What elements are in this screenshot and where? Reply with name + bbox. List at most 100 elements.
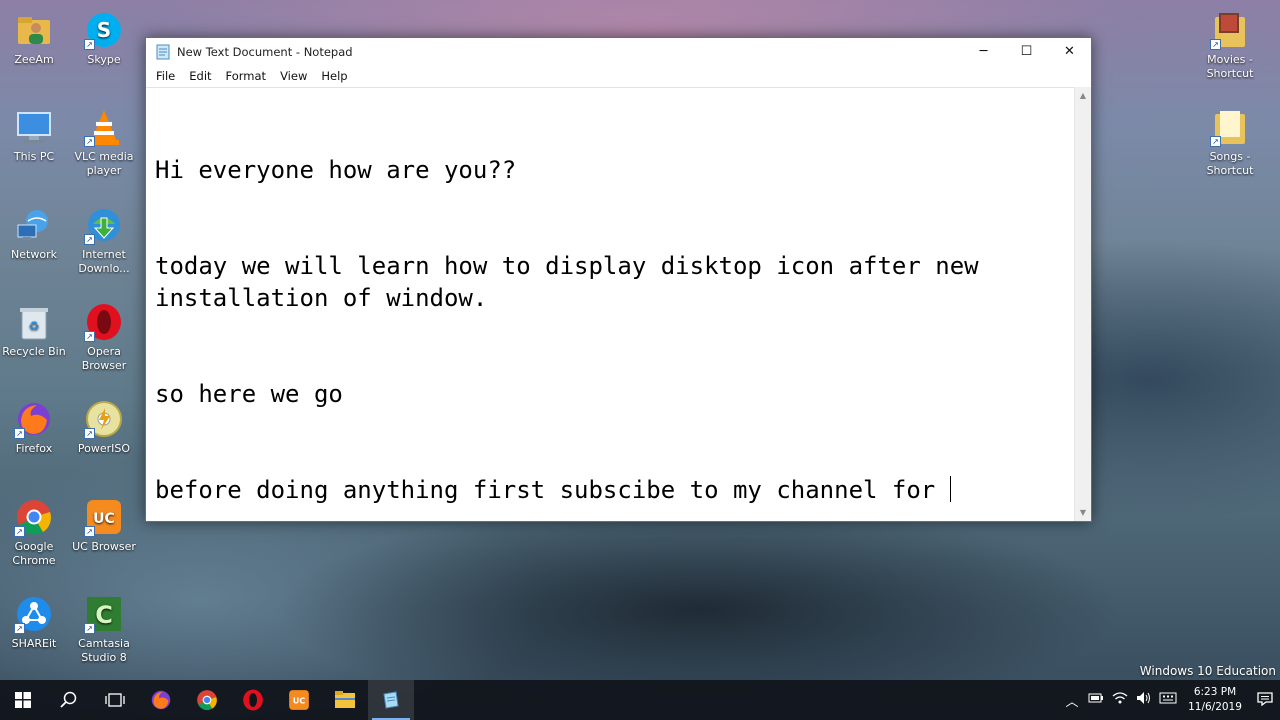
notepad-window[interactable]: New Text Document - Notepad ─ ☐ ✕ File E… xyxy=(145,37,1092,522)
volume-icon[interactable] xyxy=(1132,691,1156,709)
file-explorer-icon xyxy=(335,691,355,708)
desktop-icon-label: Skype xyxy=(87,53,121,66)
taskbar-firefox[interactable] xyxy=(138,680,184,720)
menu-file[interactable]: File xyxy=(149,69,182,83)
notepad-icon xyxy=(383,691,399,709)
folder-icon: ↗ xyxy=(1210,107,1250,147)
text-editor[interactable]: Hi everyone how are you?? today we will … xyxy=(146,87,1074,521)
text-line: so here we go xyxy=(155,380,343,408)
action-center-button[interactable] xyxy=(1250,691,1280,710)
svg-text:C: C xyxy=(95,601,113,629)
minimize-button[interactable]: ─ xyxy=(962,38,1005,65)
vertical-scrollbar[interactable]: ▲ ▼ xyxy=(1074,87,1091,521)
taskbar-chrome[interactable] xyxy=(184,680,230,720)
desktop-icon-label: Camtasia Studio 8 xyxy=(78,637,130,664)
scroll-up-arrow-icon[interactable]: ▲ xyxy=(1075,87,1091,104)
clock-time: 6:23 PM xyxy=(1193,686,1237,698)
computer-icon xyxy=(14,107,54,147)
desktop-icon-this-pc[interactable]: This PC xyxy=(0,107,71,164)
shareit-icon: ↗ xyxy=(14,594,54,634)
battery-icon[interactable] xyxy=(1084,692,1108,708)
scroll-down-arrow-icon[interactable]: ▼ xyxy=(1075,504,1091,521)
wifi-icon[interactable] xyxy=(1108,691,1132,709)
desktop-icon-poweriso[interactable]: ↗ PowerISO xyxy=(67,399,141,456)
desktop-icon-shareit[interactable]: ↗ SHAREit xyxy=(0,594,71,651)
task-view-button[interactable] xyxy=(92,680,138,720)
network-icon xyxy=(14,205,54,245)
skype-icon: S ↗ xyxy=(84,10,124,50)
taskbar: UC ︿ 6:23 PM 11/6/2019 xyxy=(0,680,1280,720)
opera-icon: ↗ xyxy=(84,302,124,342)
desktop-icon-opera[interactable]: ↗ Opera Browser xyxy=(67,302,141,373)
system-tray: ︿ 6:23 PM 11/6/2019 xyxy=(1060,680,1280,720)
clock[interactable]: 6:23 PM 11/6/2019 xyxy=(1184,685,1246,715)
vlc-icon: ↗ xyxy=(84,107,124,147)
taskbar-notepad[interactable] xyxy=(368,680,414,720)
desktop-icon-label: Internet Downlo... xyxy=(78,248,130,275)
title-bar[interactable]: New Text Document - Notepad ─ ☐ ✕ xyxy=(146,38,1091,65)
desktop-icon-label: Recycle Bin xyxy=(2,345,66,358)
svg-text:S: S xyxy=(97,18,111,42)
desktop-icon-label: Movies - Shortcut xyxy=(1206,53,1254,80)
chrome-icon xyxy=(197,690,217,711)
notepad-icon xyxy=(155,44,171,60)
notification-icon xyxy=(1257,691,1273,706)
windows-edition-watermark: Windows 10 Education xyxy=(1139,664,1276,678)
desktop-icon-label: Google Chrome xyxy=(12,540,56,567)
uc-browser-icon: UC xyxy=(289,690,309,710)
show-hidden-icons-chevron-up-icon[interactable]: ︿ xyxy=(1060,691,1084,710)
clock-date: 11/6/2019 xyxy=(1188,701,1242,713)
desktop-icon-label: Songs - Shortcut xyxy=(1206,150,1254,177)
desktop-icon-label: VLC media player xyxy=(74,150,134,177)
svg-text:UC: UC xyxy=(293,695,306,705)
menu-edit[interactable]: Edit xyxy=(182,69,218,83)
desktop-icon-label: This PC xyxy=(13,150,55,163)
desktop-icon-firefox[interactable]: ↗ Firefox xyxy=(0,399,71,456)
desktop-icon-uc-browser[interactable]: UC ↗ UC Browser xyxy=(67,497,141,554)
desktop-icon-label: Opera Browser xyxy=(81,345,127,372)
svg-text:UC: UC xyxy=(93,511,115,527)
menu-format[interactable]: Format xyxy=(219,69,274,83)
taskbar-file-explorer[interactable] xyxy=(322,680,368,720)
close-button[interactable]: ✕ xyxy=(1048,38,1091,65)
start-icon xyxy=(15,692,31,708)
firefox-icon: ↗ xyxy=(14,399,54,439)
text-line-content: before doing anything first subscibe to … xyxy=(155,476,950,504)
task-view-icon xyxy=(105,693,125,707)
recycle-bin-icon: ♻ xyxy=(14,302,54,342)
folder-icon: ↗ xyxy=(1210,10,1250,50)
maximize-button[interactable]: ☐ xyxy=(1005,38,1048,65)
camtasia-icon: C ↗ xyxy=(84,594,124,634)
desktop-icon-skype[interactable]: S ↗ Skype xyxy=(67,10,141,67)
desktop-icon-zeeam[interactable]: ZeeAm xyxy=(0,10,71,67)
desktop-icon-network[interactable]: Network xyxy=(0,205,71,262)
svg-text:♻: ♻ xyxy=(29,319,40,333)
window-title: New Text Document - Notepad xyxy=(177,44,353,59)
taskbar-uc-browser[interactable]: UC xyxy=(276,680,322,720)
menu-view[interactable]: View xyxy=(273,69,314,83)
desktop-icon-label: PowerISO xyxy=(77,442,131,455)
text-line-current: before doing anything first subscibe to … xyxy=(155,474,1065,506)
desktop-icon-google-chrome[interactable]: ↗ Google Chrome xyxy=(0,497,71,568)
desktop-icon-vlc[interactable]: ↗ VLC media player xyxy=(67,107,141,178)
keyboard-icon[interactable] xyxy=(1156,692,1180,708)
menu-bar: File Edit Format View Help xyxy=(146,65,1091,87)
desktop-icon-label: Firefox xyxy=(15,442,53,455)
desktop-icon-movies-shortcut[interactable]: ↗ Movies - Shortcut xyxy=(1193,10,1267,81)
desktop-icon-label: UC Browser xyxy=(72,540,136,553)
firefox-icon xyxy=(151,690,171,710)
uc-browser-icon: UC ↗ xyxy=(84,497,124,537)
desktop-icon-recycle-bin[interactable]: ♻ Recycle Bin xyxy=(0,302,71,359)
start-button[interactable] xyxy=(0,680,46,720)
text-line: today we will learn how to display diskt… xyxy=(155,252,994,312)
menu-help[interactable]: Help xyxy=(314,69,354,83)
text-caret xyxy=(949,476,951,502)
taskbar-opera[interactable] xyxy=(230,680,276,720)
search-button[interactable] xyxy=(46,680,92,720)
desktop-icon-songs-shortcut[interactable]: ↗ Songs - Shortcut xyxy=(1193,107,1267,178)
poweriso-icon: ↗ xyxy=(84,399,124,439)
desktop-icon-camtasia[interactable]: C ↗ Camtasia Studio 8 xyxy=(67,594,141,665)
text-line: Hi everyone how are you?? xyxy=(155,156,517,184)
desktop-icon-label: SHAREit xyxy=(11,637,57,650)
desktop-icon-internet-download-manager[interactable]: ↗ Internet Downlo... xyxy=(67,205,141,276)
